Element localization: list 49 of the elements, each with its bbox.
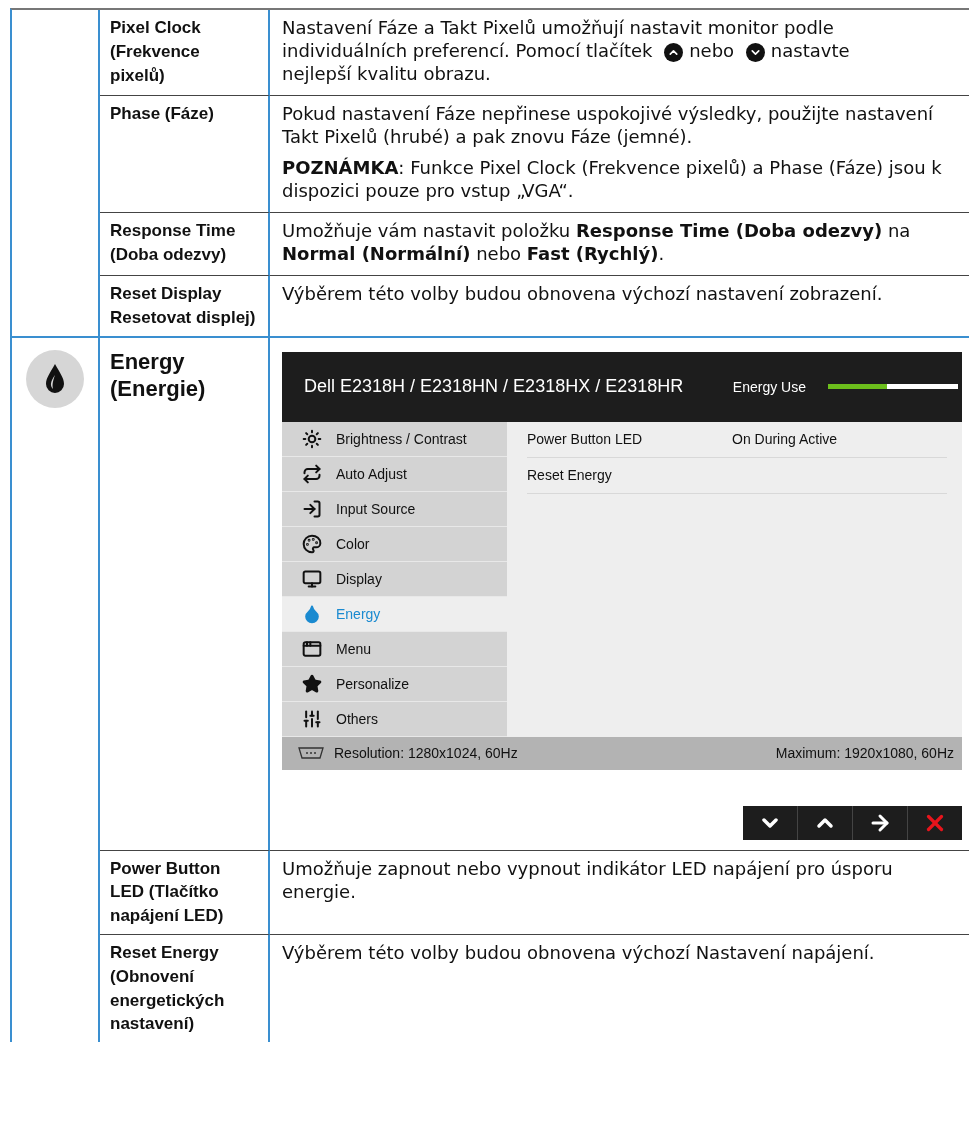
setting-name: Power Button LED (Tlačítko napájení LED) bbox=[100, 849, 270, 934]
description-text: Výběrem této volby budou obnovena výchozí nastavení zobrazení. bbox=[282, 283, 883, 304]
setting-name: Reset Energy (Obnovení energetických nastavení) bbox=[100, 934, 270, 1043]
description-text: Výběrem této volby budou obnovena výchozí Nastavení napájení. bbox=[282, 942, 875, 963]
description-text: Pokud nastavení Fáze nepřinese uspokojivé výsledky, použijte nastavení Takt Pixelů (hrubé) a pak znovu Fáze (jemné). bbox=[282, 103, 934, 147]
section-title: Energy (Energie) bbox=[100, 337, 270, 850]
setting-value: On During Active bbox=[732, 431, 838, 448]
description-text: individuálních preferencí. Pomocí tlačítek bbox=[282, 40, 653, 61]
menu-item-icon bbox=[302, 638, 322, 659]
setting-name: Reset Display Resetovat displej) bbox=[100, 275, 270, 336]
description-text: Umožňuje vám nastavit položku Response Time (Doba odezvy) na Normal (Normální) nebo Fast (Rychlý). bbox=[282, 220, 911, 264]
menu-item[interactable]: Color bbox=[282, 526, 507, 562]
description-text: nejlepší kvalitu obrazu. bbox=[282, 63, 491, 84]
description-text: Umožňuje zapnout nebo vypnout indikátor LED napájení pro úsporu energie. bbox=[282, 857, 893, 902]
setting-label[interactable]: Power Button LED bbox=[527, 431, 732, 448]
maximum-resolution-text: Maximum: 1920x1080, 60Hz bbox=[775, 745, 954, 762]
menu-item-icon bbox=[302, 568, 322, 589]
close-button[interactable] bbox=[908, 805, 962, 840]
enter-button[interactable] bbox=[853, 805, 907, 840]
description-text: nastavte bbox=[770, 40, 850, 61]
menu-item-icon bbox=[302, 603, 322, 624]
up-button[interactable] bbox=[798, 805, 852, 840]
menu-item[interactable]: Brightness / Contrast bbox=[282, 421, 507, 457]
description-text: nebo bbox=[689, 40, 735, 61]
menu-item[interactable]: Input Source bbox=[282, 491, 507, 527]
menu-item[interactable]: Display bbox=[282, 561, 507, 597]
description-text: Nastavení Fáze a Takt Pixelů umožňují nastavit monitor podle bbox=[282, 17, 834, 38]
menu-item-icon bbox=[302, 463, 322, 484]
setting-label[interactable]: Reset Energy bbox=[527, 467, 732, 484]
down-button-icon bbox=[745, 43, 765, 62]
resolution-text: Resolution: 1280x1024, 60Hz bbox=[334, 745, 519, 762]
menu-item-icon bbox=[302, 533, 322, 554]
menu-item-icon bbox=[302, 498, 322, 519]
description-text: POZNÁMKA: Funkce Pixel Clock (Frekvence pixelů) a Phase (Fáze) jsou k dispozici pouze pro vstup „VGA“. bbox=[282, 157, 942, 201]
meter-label: Energy Use bbox=[732, 378, 806, 395]
connector-icon bbox=[296, 746, 326, 761]
menu-item[interactable]: Auto Adjust bbox=[282, 456, 507, 492]
setting-name: Phase (Fáze) bbox=[100, 95, 270, 212]
setting-name: Response Time (Doba odezvy) bbox=[100, 212, 270, 275]
menu-item[interactable]: Menu bbox=[282, 631, 507, 667]
menu-item-icon bbox=[302, 428, 322, 449]
menu-item[interactable]: Personalize bbox=[282, 666, 507, 702]
menu-item-icon bbox=[302, 673, 322, 694]
up-button-icon bbox=[664, 43, 684, 62]
menu-item[interactable]: Others bbox=[282, 701, 507, 737]
menu-title: Dell E2318H / E2318HN / E2318HX / E2318HR bbox=[304, 376, 685, 398]
down-button[interactable] bbox=[743, 805, 797, 840]
setting-name: Pixel Clock (Frekvence pixelů) bbox=[100, 10, 270, 95]
menu-item-icon bbox=[302, 708, 322, 729]
